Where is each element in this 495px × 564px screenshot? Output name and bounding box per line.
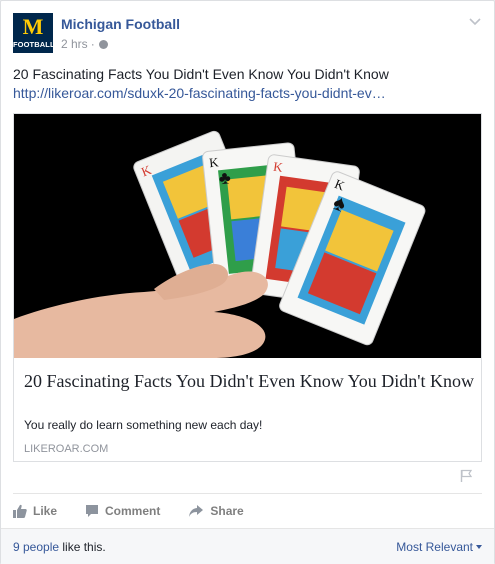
like-button[interactable]: Like: [13, 504, 57, 518]
like-label: Like: [33, 504, 58, 518]
share-icon: [189, 505, 204, 517]
attachment-description: You really do learn something new each d…: [24, 418, 263, 432]
post-message: 20 Fascinating Facts You Didn't Even Kno…: [13, 66, 389, 82]
likes-suffix: like this.: [59, 540, 106, 554]
post-header: M FOOTBALL Michigan Football 2 hrs ·: [13, 13, 482, 57]
sort-label: Most Relevant: [396, 540, 473, 554]
post-actions: Like Comment Share: [13, 501, 244, 521]
chevron-down-icon[interactable]: [468, 17, 482, 27]
caret-down-icon: [476, 545, 482, 549]
svg-text:♣: ♣: [218, 167, 232, 188]
share-label: Share: [210, 504, 244, 518]
avatar[interactable]: M FOOTBALL: [13, 13, 53, 53]
post-text: 20 Fascinating Facts You Didn't Even Kno…: [13, 65, 482, 103]
actions-divider: [13, 493, 482, 494]
comment-label: Comment: [105, 504, 161, 518]
post-link[interactable]: http://likeroar.com/sduxk-20-fascinating…: [13, 84, 482, 103]
attachment-title[interactable]: 20 Fascinating Facts You Didn't Even Kno…: [24, 370, 474, 392]
avatar-logo-letter: M: [22, 14, 44, 39]
author-name[interactable]: Michigan Football: [61, 16, 180, 32]
share-button[interactable]: Share: [188, 504, 244, 518]
flag-icon[interactable]: [460, 469, 472, 483]
playing-cards-image: K K ♣ K ♥ K ♠: [14, 114, 481, 358]
link-attachment[interactable]: K K ♣ K ♥ K ♠ 20 Fascinating Facts You D…: [13, 113, 482, 462]
avatar-logo-text: FOOTBALL: [13, 40, 53, 49]
meta-separator: ·: [90, 37, 95, 51]
attachment-image[interactable]: K K ♣ K ♥ K ♠: [14, 114, 481, 358]
post-time[interactable]: 2 hrs: [61, 37, 88, 51]
post-meta: 2 hrs ·: [61, 37, 108, 51]
comment-icon: [86, 505, 99, 517]
thumbs-up-icon: [13, 504, 27, 518]
globe-icon[interactable]: [98, 39, 108, 49]
post-card: M FOOTBALL Michigan Football 2 hrs · 20 …: [0, 0, 495, 564]
attachment-domain: LIKEROAR.COM: [24, 443, 109, 455]
post-footer: 9 people like this. Most Relevant: [1, 528, 494, 564]
likes-count-link[interactable]: 9 people: [13, 540, 59, 554]
comment-button[interactable]: Comment: [85, 504, 160, 518]
sort-dropdown[interactable]: Most Relevant: [396, 540, 482, 554]
likes-summary: 9 people like this.: [13, 540, 106, 554]
